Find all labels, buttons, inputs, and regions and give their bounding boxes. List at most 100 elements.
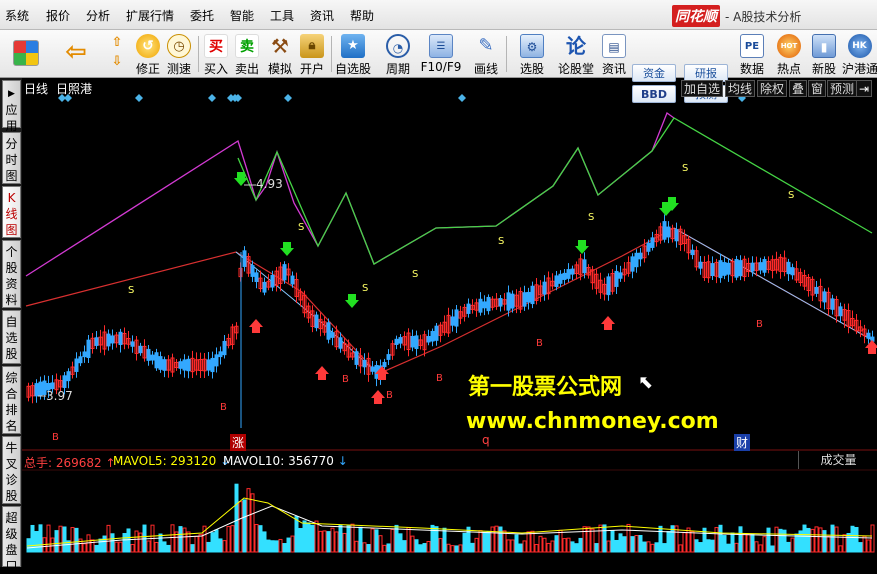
volume-bar [650, 543, 655, 553]
candle-body [130, 341, 135, 347]
overlay-button[interactable]: 叠 [789, 80, 808, 97]
candle-body [386, 354, 391, 360]
windows-button[interactable] [8, 32, 44, 76]
candle-body [630, 256, 635, 272]
sell-label: 卖出 [234, 62, 259, 76]
buy-signal-label: B [386, 390, 393, 401]
candle-body [554, 275, 559, 287]
volume-bar [630, 536, 635, 553]
volume-bar [242, 499, 247, 553]
collapse-panel-icon[interactable]: ⇥ [856, 80, 873, 97]
volume-bar [138, 532, 143, 553]
volume-bar [578, 537, 583, 553]
sell-button[interactable]: 卖 卖出 [233, 32, 261, 76]
buy-signal-label: B [52, 432, 59, 443]
candle-body [398, 337, 403, 344]
volume-bar [266, 539, 271, 553]
volume-bar [430, 524, 435, 553]
speed-test-button[interactable]: ◷ 测速 [163, 32, 195, 76]
menu-tools[interactable]: 工具 [270, 7, 294, 24]
open-account-label: 开户 [299, 62, 324, 76]
volume-bar [458, 544, 463, 553]
forecast-chart-button[interactable]: 预测 [827, 80, 858, 97]
menu-help[interactable]: 帮助 [350, 7, 374, 24]
volume-bar [146, 540, 151, 553]
red-up-arrow-icon [601, 316, 615, 330]
ma-button[interactable]: 均线 [725, 80, 756, 97]
tab-apps[interactable]: ▶ 应用 [2, 80, 21, 133]
q-marker[interactable]: q [482, 433, 490, 447]
window-button[interactable]: 窗 [808, 80, 827, 97]
volume-bar [362, 542, 367, 553]
back-button[interactable]: ⇦ [60, 32, 92, 76]
volume-bar [834, 526, 839, 553]
volume-bar [742, 533, 747, 553]
news-button[interactable]: ▤ 资讯 [598, 32, 630, 76]
period-button[interactable]: ◔ 周期 [378, 32, 418, 76]
tab-super-quote-label: 超级盘口 [5, 511, 18, 573]
menu-info[interactable]: 资讯 [310, 7, 334, 24]
menu-system[interactable]: 系统 [5, 7, 29, 24]
limit-up-marker[interactable]: 涨 [230, 434, 247, 451]
candle-body [370, 366, 375, 372]
volume-total-label: 总手: 269682 ↑ [24, 456, 116, 470]
menu-extended-market[interactable]: 扩展行情 [126, 7, 174, 24]
volume-panel-title[interactable]: 成交量 [798, 451, 877, 469]
hammer-icon: ⚒ [271, 34, 289, 58]
tab-intraday[interactable]: 分时图 [2, 132, 21, 184]
volume-bar [734, 542, 739, 553]
volume-bar [498, 526, 503, 553]
candle-body [674, 229, 679, 242]
volume-bar [342, 532, 347, 553]
tab-kline[interactable]: K线图 [2, 186, 21, 238]
volume-bar [398, 533, 403, 553]
hot-button[interactable]: HOT 热点 [772, 32, 806, 76]
volume-bar [774, 526, 779, 553]
candle-body [566, 269, 571, 279]
volume-bar [270, 540, 275, 553]
candle-body [118, 331, 123, 346]
ex-rights-button[interactable]: 除权 [757, 80, 788, 97]
buy-button[interactable]: 买 买入 [202, 32, 230, 76]
data-button[interactable]: PE 数据 [734, 32, 770, 76]
tab-ranking[interactable]: 综合排名 [2, 366, 21, 434]
menu-smart[interactable]: 智能 [230, 7, 254, 24]
finance-marker[interactable]: 财 [734, 434, 751, 451]
open-account-button[interactable]: 🔒︎ 开户 [297, 32, 327, 76]
f10-button[interactable]: ☰ F10/F9 [420, 32, 462, 76]
revise-icon: ↺ [136, 34, 160, 58]
add-watchlist-button[interactable]: 加自选 [681, 80, 724, 97]
back-arrow-icon: ⇦ [65, 37, 87, 67]
volume-bar [570, 541, 575, 553]
up-down-button[interactable]: ⇧ ⇩ [102, 32, 132, 76]
tab-super-quote[interactable]: 超级盘口 [2, 506, 21, 573]
volume-bar [746, 533, 751, 553]
stock-picker-button[interactable]: ⚙ 选股 [512, 32, 552, 76]
menu-analysis[interactable]: 分析 [86, 7, 110, 24]
kline-chart-area[interactable]: SSSSSSSSBBBBBBB 日线 日照港 加自选 均线 除权 叠 窗 预测 … [22, 78, 877, 567]
period-label[interactable]: 日线 [24, 80, 48, 97]
volume-bar [770, 545, 775, 553]
volume-bar [210, 532, 215, 553]
volume-bar [686, 527, 691, 553]
menu-order[interactable]: 委托 [190, 7, 214, 24]
watchlist-button[interactable]: ★ 自选股 [333, 32, 373, 76]
candle-body [242, 250, 247, 267]
volume-bar [246, 488, 251, 553]
draw-line-button[interactable]: ✎ 画线 [467, 32, 505, 76]
simulate-button[interactable]: ⚒ 模拟 [265, 32, 295, 76]
tab-diagnosis[interactable]: 牛叉诊股 [2, 436, 21, 504]
volume-bar [586, 526, 591, 553]
tab-watchlist[interactable]: 自选股 [2, 310, 21, 364]
menu-quote[interactable]: 报价 [46, 7, 70, 24]
volume-bar [126, 528, 131, 553]
new-stock-button[interactable]: ▮ 新股 [808, 32, 840, 76]
shhk-connect-button[interactable]: HK 沪港通 [842, 32, 877, 76]
volume-bar [710, 539, 715, 553]
revise-button[interactable]: ↺ 修正 [132, 32, 164, 76]
tab-stock-profile[interactable]: 个股资料 [2, 240, 21, 308]
kline-chart-canvas[interactable]: S S S S S S S S B B B B B B B [22, 78, 877, 567]
volume-bar [374, 529, 379, 553]
forum-button[interactable]: 论 论股堂 [556, 32, 596, 76]
mouse-cursor-icon: ⬉ [638, 372, 654, 393]
